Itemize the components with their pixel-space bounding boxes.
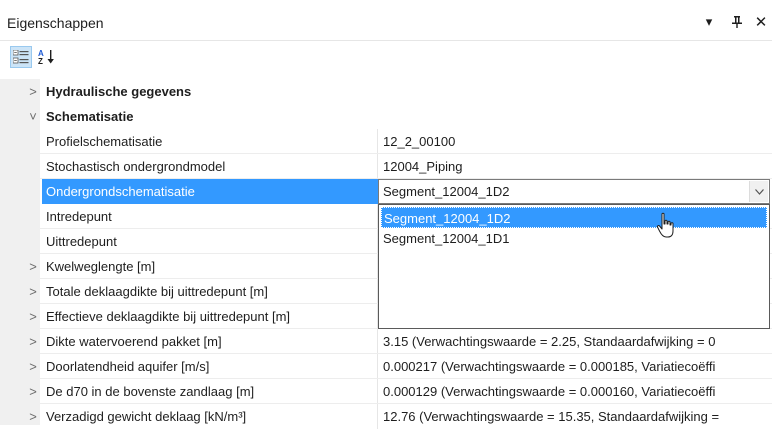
expand-icon[interactable]: >	[26, 254, 40, 279]
combobox-value: Segment_12004_1D2	[383, 184, 510, 199]
expand-icon[interactable]: >	[26, 354, 40, 379]
property-name: Doorlatendheid aquifer [m/s]	[46, 359, 210, 374]
property-value[interactable]: 12_2_00100	[383, 129, 772, 154]
dropdown-option[interactable]: Segment_12004_1D1	[381, 228, 767, 249]
column-divider	[377, 379, 378, 404]
expand-icon[interactable]: >	[26, 379, 40, 404]
dropdown-option[interactable]: Segment_12004_1D2	[381, 207, 767, 228]
ondergrondschematisatie-combobox[interactable]: Segment_12004_1D2	[378, 179, 770, 204]
property-name: De d70 in de bovenste zandlaag [m]	[46, 384, 255, 399]
property-row-doorlatendheid-aquifer[interactable]: > Doorlatendheid aquifer [m/s] 0.000217 …	[0, 354, 772, 379]
category-label: Hydraulische gegevens	[46, 84, 192, 99]
property-name: Verzadigd gewicht deklaag [kN/m³]	[46, 409, 247, 424]
sort-az-icon: A Z	[38, 49, 54, 65]
panel-toolbar: A Z	[0, 42, 772, 72]
pin-icon[interactable]	[728, 13, 746, 31]
svg-text:Z: Z	[38, 57, 43, 65]
panel-title: Eigenschappen	[7, 15, 104, 31]
property-name: Intredepunt	[46, 209, 112, 224]
property-name: Ondergrondschematisatie	[42, 179, 380, 204]
property-row-ondergrondschematisatie[interactable]: Ondergrondschematisatie Segment_12004_1D…	[0, 179, 772, 204]
expand-icon[interactable]: >	[26, 279, 40, 304]
column-divider	[377, 354, 378, 379]
expand-icon[interactable]: >	[26, 304, 40, 329]
column-divider	[377, 329, 378, 354]
pin-glyph-svg	[732, 16, 742, 28]
alphabetical-sort-button[interactable]: A Z	[36, 46, 58, 68]
panel-titlebar: Eigenschappen ▾ ✕	[0, 0, 772, 41]
property-row-d70-bovenste-zandlaag[interactable]: > De d70 in de bovenste zandlaag [m] 0.0…	[0, 379, 772, 404]
property-row-verzadigd-gewicht-deklaag[interactable]: > Verzadigd gewicht deklaag [kN/m³] 12.7…	[0, 404, 772, 429]
category-schematisatie[interactable]: ˅ Schematisatie	[0, 104, 772, 129]
expand-icon[interactable]: >	[26, 404, 40, 429]
property-name: Kwelweglengte [m]	[46, 259, 156, 274]
property-row-stochastisch-ondergrondmodel[interactable]: Stochastisch ondergrondmodel 12004_Pipin…	[0, 154, 772, 179]
column-divider	[377, 129, 378, 154]
column-divider	[377, 404, 378, 429]
expand-icon[interactable]: >	[26, 79, 40, 104]
close-icon[interactable]: ✕	[752, 13, 770, 31]
mouse-pointer-icon	[656, 212, 674, 238]
chevron-down-icon	[754, 188, 764, 195]
column-divider	[377, 154, 378, 179]
property-value[interactable]: 12.76 (Verwachtingswaarde = 15.35, Stand…	[383, 404, 772, 429]
categorized-icon	[13, 50, 29, 64]
property-name: Totale deklaagdikte bij uittredepunt [m]	[46, 284, 268, 299]
category-hydraulische-gegevens[interactable]: > Hydraulische gegevens	[0, 79, 772, 104]
ondergrondschematisatie-dropdown-list[interactable]: Segment_12004_1D2 Segment_12004_1D1	[378, 204, 770, 329]
property-name: Profielschematisatie	[46, 134, 163, 149]
categorized-view-button[interactable]	[10, 46, 32, 68]
properties-panel: Eigenschappen ▾ ✕ A Z > Hydraulische geg…	[0, 0, 772, 429]
property-value[interactable]: 0.000217 (Verwachtingswaarde = 0.000185,…	[383, 354, 772, 379]
property-row-dikte-watervoerend-pakket[interactable]: > Dikte watervoerend pakket [m] 3.15 (Ve…	[0, 329, 772, 354]
expand-icon[interactable]: >	[26, 329, 40, 354]
window-position-dropdown-icon[interactable]: ▾	[700, 13, 718, 31]
property-name: Uittredepunt	[46, 234, 117, 249]
combobox-dropdown-button[interactable]	[749, 181, 768, 202]
property-value[interactable]: 0.000129 (Verwachtingswaarde = 0.000160,…	[383, 379, 772, 404]
property-name: Effectieve deklaagdikte bij uittredepunt…	[46, 309, 291, 324]
property-row-profielschematisatie[interactable]: Profielschematisatie 12_2_00100	[0, 129, 772, 154]
property-name: Stochastisch ondergrondmodel	[46, 159, 226, 174]
property-name: Dikte watervoerend pakket [m]	[46, 334, 222, 349]
property-value[interactable]: 12004_Piping	[383, 154, 772, 179]
collapse-icon[interactable]: ˅	[26, 104, 40, 129]
property-value[interactable]: 3.15 (Verwachtingswaarde = 2.25, Standaa…	[383, 329, 772, 354]
category-label: Schematisatie	[46, 109, 134, 124]
